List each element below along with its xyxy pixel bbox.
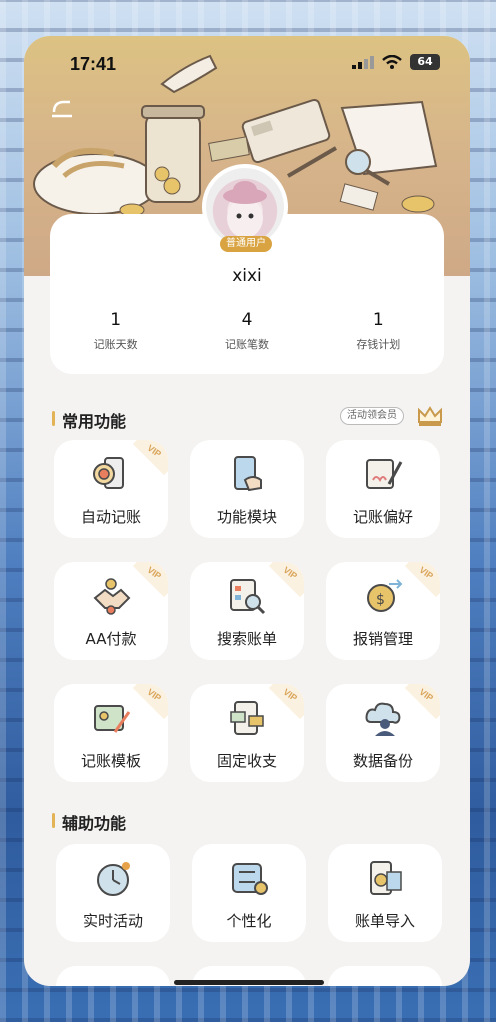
search-doc-icon	[230, 579, 266, 615]
app-screen: 17:41 64 xixi 1 记账天数 4 记账笔数 1 存钱计划 普通用户 …	[24, 36, 470, 986]
stat-label: 存钱计划	[356, 338, 401, 351]
phone-target-icon	[93, 457, 124, 489]
tile-partial[interactable]	[56, 966, 170, 986]
ledger-pen-icon	[366, 459, 403, 489]
tile-auto-bookkeeping[interactable]: VIP 自动记账	[54, 440, 168, 538]
tile-search-bills[interactable]: VIP 搜索账单	[190, 562, 304, 660]
tile-aa-payment[interactable]: VIP AA付款	[54, 562, 168, 660]
tile-label: 报销管理	[352, 630, 413, 648]
username: xixi	[232, 266, 262, 286]
stat-days[interactable]: 1 记账天数	[50, 310, 181, 352]
tile-partial[interactable]	[328, 966, 442, 986]
fixed-money-icon	[230, 701, 264, 735]
stat-value: 1	[110, 310, 122, 330]
svg-text:$: $	[376, 592, 385, 608]
tile-label: AA付款	[85, 630, 137, 648]
status-time: 17:41	[70, 54, 117, 74]
tile-bill-import[interactable]: 账单导入	[328, 844, 442, 942]
tile-label: 搜索账单	[216, 630, 277, 648]
template-pen-icon	[94, 705, 131, 733]
tile-label: 记账偏好	[352, 508, 413, 526]
tile-label: 记账模板	[80, 752, 141, 770]
tile-reimbursement[interactable]: VIP $ 报销管理	[326, 562, 440, 660]
tile-personalization[interactable]: 个性化	[192, 844, 306, 942]
signal-icon	[352, 56, 374, 69]
back-icon[interactable]	[50, 98, 74, 118]
stat-label: 记账天数	[93, 338, 138, 351]
tile-bookkeeping-preferences[interactable]: 记账偏好	[326, 440, 440, 538]
tile-label: 固定收支	[216, 752, 277, 770]
tile-data-backup[interactable]: VIP 数据备份	[326, 684, 440, 782]
status-icons: 64	[352, 54, 440, 70]
stats-row: 1 记账天数 4 记账笔数 1 存钱计划	[50, 310, 444, 352]
home-indicator	[174, 980, 324, 985]
tile-label: 账单导入	[354, 912, 415, 930]
tile-label: 数据备份	[352, 752, 413, 770]
tile-label: 功能模块	[216, 508, 277, 526]
stat-savings-plan[interactable]: 1 存钱计划	[313, 310, 444, 352]
tile-feature-modules[interactable]: 功能模块	[190, 440, 304, 538]
section-title-aux: 辅助功能	[52, 810, 126, 834]
tile-live-activity[interactable]: 实时活动	[56, 844, 170, 942]
phone-hand-icon	[234, 456, 262, 492]
get-membership-button[interactable]: 活动领会员	[340, 407, 404, 425]
coin-arrows-icon: $	[367, 579, 403, 612]
tile-label: 自动记账	[80, 508, 141, 526]
stat-value: 1	[372, 310, 384, 330]
battery-indicator: 64	[410, 54, 440, 70]
cloud-user-icon	[365, 702, 401, 736]
tile-bookkeeping-template[interactable]: VIP 记账模板	[54, 684, 168, 782]
stat-value: 4	[241, 310, 253, 330]
bill-import-icon	[370, 861, 402, 895]
avatar-character-icon	[223, 181, 267, 238]
user-level-badge: 普通用户	[220, 236, 272, 252]
tile-label: 实时活动	[82, 912, 143, 930]
tile-fixed-income-expense[interactable]: VIP 固定收支	[190, 684, 304, 782]
settings-gear-icon	[232, 863, 268, 895]
clock-icon	[97, 862, 130, 896]
crown-icon[interactable]	[416, 404, 444, 428]
handshake-coins-icon	[93, 578, 131, 615]
stat-label: 记账笔数	[224, 338, 269, 351]
stat-entries[interactable]: 4 记账笔数	[181, 310, 312, 352]
section-title-common: 常用功能	[52, 408, 126, 432]
tile-label: 个性化	[226, 912, 272, 930]
wifi-icon	[382, 55, 402, 69]
